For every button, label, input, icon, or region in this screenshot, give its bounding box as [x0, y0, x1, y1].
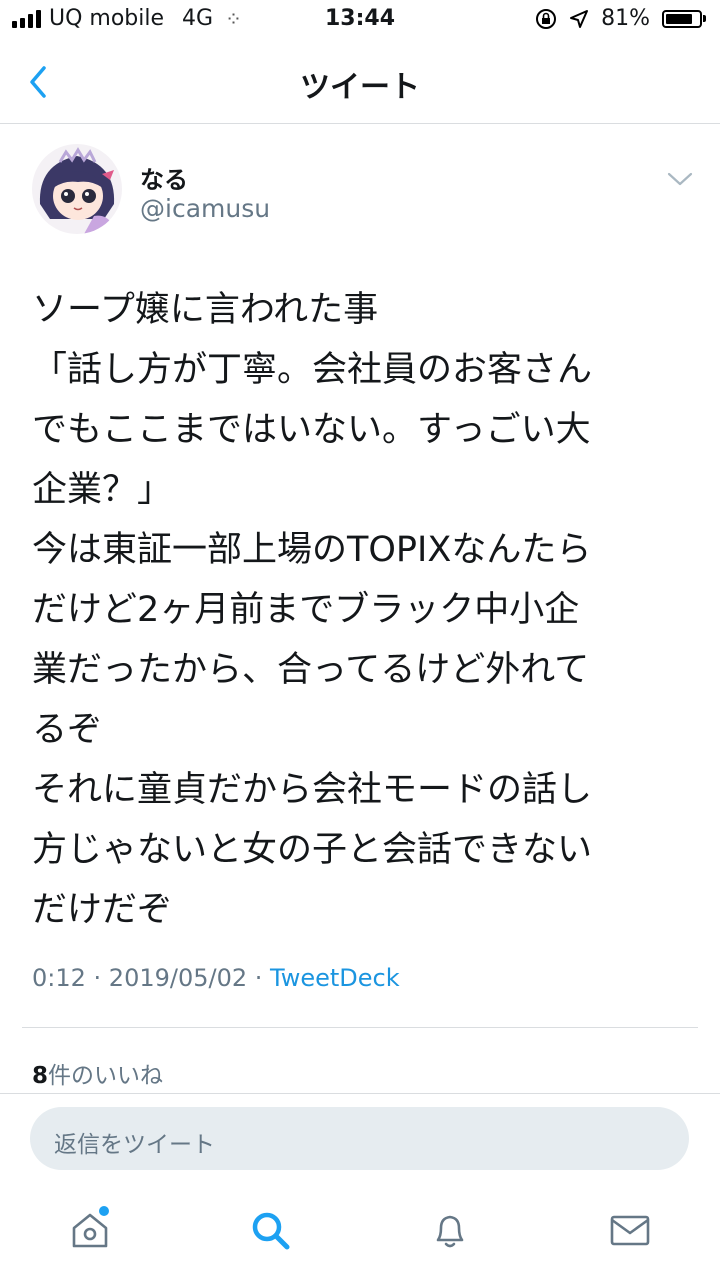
status-right: 81%	[535, 6, 706, 31]
tweet-time: 0:12	[32, 964, 86, 992]
reply-placeholder: 返信をツイート	[54, 1132, 215, 1158]
tab-messages[interactable]	[606, 1206, 654, 1254]
likes-count: 8	[32, 1063, 49, 1089]
tab-home[interactable]	[66, 1204, 114, 1254]
bell-icon	[436, 1215, 464, 1248]
battery-icon	[662, 9, 706, 28]
nav-bar: ツイート	[0, 40, 720, 124]
search-icon	[252, 1212, 290, 1250]
rotation-lock-icon	[536, 8, 557, 29]
tab-bar	[0, 1180, 720, 1280]
tweet-date: 2019/05/02	[108, 964, 248, 992]
likes-link[interactable]: 8件のいいね	[32, 1056, 163, 1090]
meta-separator: ·	[247, 964, 271, 992]
chevron-down-icon	[667, 172, 693, 186]
divider	[22, 1027, 698, 1028]
tab-search[interactable]	[246, 1206, 294, 1254]
reply-input[interactable]: 返信をツイート	[30, 1107, 689, 1170]
tab-notifications[interactable]	[426, 1206, 474, 1254]
avatar[interactable]	[32, 144, 122, 234]
user-name[interactable]: なる	[140, 160, 188, 195]
location-arrow-icon	[570, 9, 589, 28]
likes-label: 件のいいね	[48, 1063, 164, 1089]
divider	[0, 1093, 720, 1094]
mail-icon	[610, 1215, 650, 1246]
meta-separator: ·	[85, 964, 109, 992]
tweet-meta: 0:12 · 2019/05/02 · TweetDeck	[32, 964, 400, 992]
status-bar: UQ mobile 4G ⁘ 13:44 81%	[0, 0, 720, 40]
tweet-text: ソープ嬢に言われた事 「話し方が丁寧。会社員のお客さん でもここまではいない。す…	[32, 290, 593, 930]
page-title: ツイート	[300, 70, 420, 105]
more-options-button[interactable]	[666, 170, 694, 188]
new-content-dot	[97, 1204, 111, 1218]
avatar-image	[32, 144, 122, 234]
tweet-source-link[interactable]: TweetDeck	[270, 964, 400, 992]
battery-percent: 81%	[601, 6, 650, 31]
user-handle[interactable]: @icamusu	[140, 194, 270, 223]
